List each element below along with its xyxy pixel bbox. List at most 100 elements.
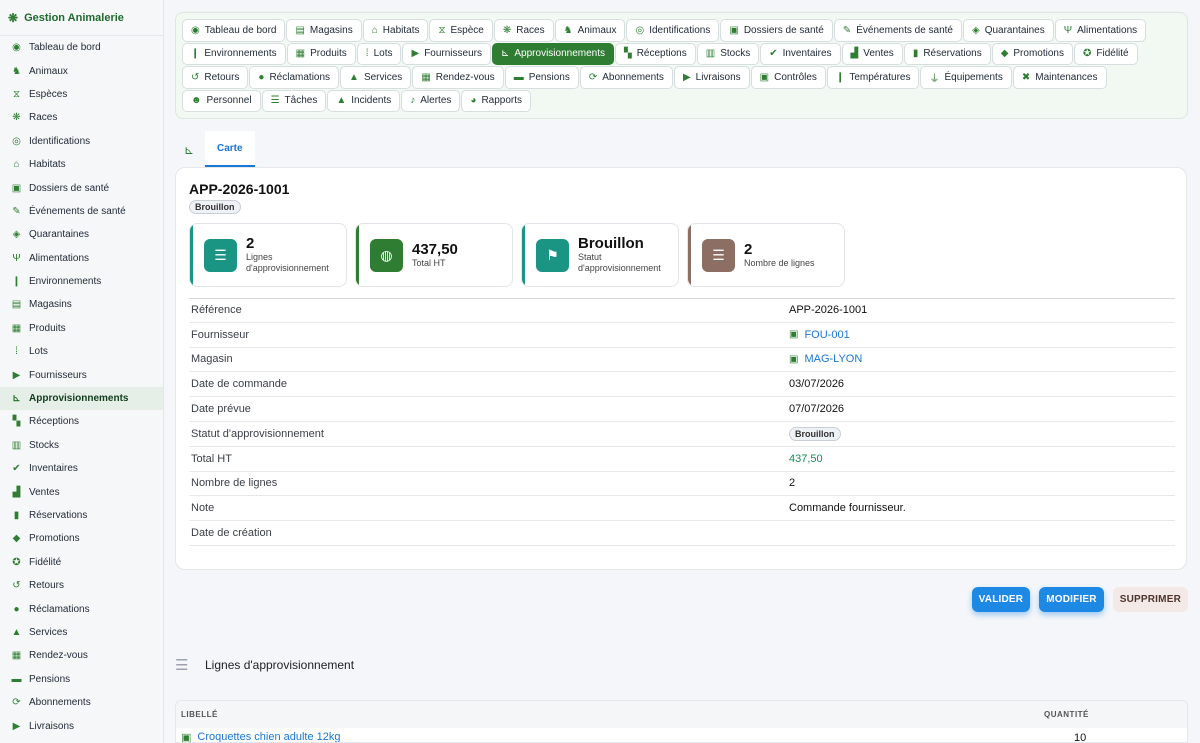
tab-reservations[interactable]: ▮ Réservations [903, 42, 991, 65]
tab-alimentations[interactable]: Ψ Alimentations [1054, 19, 1147, 42]
dolly-icon: ⊾ [183, 143, 195, 157]
column-header-quantity[interactable]: QUANTITÉ [1044, 710, 1089, 719]
sidebar-item-habitats[interactable]: ⌂ Habitats [0, 153, 163, 176]
tab-tableau-de-bord[interactable]: ◉ Tableau de bord [182, 19, 286, 42]
tab-livraisons[interactable]: ▶ Livraisons [673, 66, 750, 89]
truck-icon: ▶ [12, 369, 21, 381]
field-link[interactable]: FOU-001 [804, 329, 849, 341]
tab-maintenances[interactable]: ✖ Maintenances [1012, 66, 1107, 89]
warehouse-icon: ▥ [11, 439, 22, 451]
edit-button[interactable]: MODIFIER [1039, 587, 1104, 612]
sync-icon: ⟳ [588, 71, 598, 83]
sidebar-item-label: Habitats [29, 159, 66, 171]
sidebar-item-produits[interactable]: ▦ Produits [0, 317, 163, 340]
sidebar-item-label: Identifications [29, 135, 91, 147]
line-label-cell[interactable]: ▣ Croquettes chien adulte 12kg [176, 731, 1074, 742]
sidebar-item-abonnements[interactable]: ⟳ Abonnements [0, 691, 163, 714]
sidebar-item-pensions[interactable]: ▬ Pensions [0, 668, 163, 691]
sidebar-item-livraisons[interactable]: ▶ Livraisons [0, 714, 163, 737]
sidebar-item-promotions[interactable]: ◆ Promotions [0, 527, 163, 550]
tab-reclamations[interactable]: ● Réclamations [249, 66, 340, 89]
field-row-note: Note Commande fournisseur. [189, 496, 1175, 522]
delete-button[interactable]: SUPPRIMER [1112, 587, 1188, 612]
sidebar-item-dossiers-de-sante[interactable]: ▣ Dossiers de santé [0, 176, 163, 199]
line-label[interactable]: Croquettes chien adulte 12kg [197, 731, 340, 742]
tab-inventaires[interactable]: ✔ Inventaires [760, 42, 841, 65]
tab-incidents[interactable]: ▲ Incidents [327, 89, 401, 112]
sidebar-item-receptions[interactable]: ▚ Réceptions [0, 410, 163, 433]
sidebar-item-magasins[interactable]: ▤ Magasins [0, 293, 163, 316]
tab-pensions[interactable]: ▬ Pensions [504, 66, 579, 89]
table-row[interactable]: ▣ Croquettes chien adulte 12kg 10 [176, 728, 1187, 742]
tab-equipements[interactable]: ⏚ Équipements [920, 66, 1012, 89]
field-row-reference: Référence APP-2026-1001 [189, 298, 1175, 323]
sidebar-item-ventes[interactable]: ▟ Ventes [0, 480, 163, 503]
sidebar-item-stocks[interactable]: ▥ Stocks [0, 434, 163, 457]
tab-controles[interactable]: ▣ Contrôles [750, 66, 826, 89]
field-link[interactable]: MAG-LYON [804, 353, 862, 365]
sidebar-item-reclamations[interactable]: ● Réclamations [0, 597, 163, 620]
sidebar-item-approvisionnements[interactable]: ⊾ Approvisionnements [0, 386, 163, 411]
tab-environnements[interactable]: ❙ Environnements [182, 42, 286, 65]
sidebar-item-services[interactable]: ▲ Services [0, 621, 163, 644]
sidebar-item-quarantaines[interactable]: ◈ Quarantaines [0, 223, 163, 246]
tab-lots[interactable]: ⁞ Lots [356, 42, 402, 65]
tab-animaux[interactable]: ♞ Animaux [554, 19, 626, 42]
tab-abonnements[interactable]: ⟳ Abonnements [579, 66, 673, 89]
tab-retours[interactable]: ↺ Retours [182, 66, 249, 89]
tab-services[interactable]: ▲ Services [340, 66, 412, 89]
sidebar-item-fidelite[interactable]: ✪ Fidélité [0, 551, 163, 574]
tab-rendez-vous[interactable]: ▦ Rendez-vous [412, 66, 504, 89]
tab-rapports[interactable]: ◕ Rapports [461, 89, 532, 112]
store-icon: ▤ [11, 299, 22, 311]
sidebar-item-especes[interactable]: ⧖ Espèces [0, 83, 163, 106]
tab-label: Stocks [720, 48, 751, 60]
sidebar-item-environnements[interactable]: ❙ Environnements [0, 270, 163, 293]
tab-label: Réservations [923, 48, 982, 60]
tab-quarantaines[interactable]: ◈ Quarantaines [963, 19, 1054, 42]
sidebar-item-alimentations[interactable]: Ψ Alimentations [0, 247, 163, 270]
tab-alertes[interactable]: ♪ Alertes [401, 89, 461, 112]
tab-espece[interactable]: ⧖ Espèce [429, 19, 493, 42]
tab-fournisseurs[interactable]: ▶ Fournisseurs [402, 42, 491, 65]
tab-temperatures[interactable]: ❙ Températures [826, 66, 920, 89]
sidebar-item-fournisseurs[interactable]: ▶ Fournisseurs [0, 363, 163, 386]
sidebar: ❋ Gestion Animalerie ◉ Tableau de bord ♞ An… [0, 0, 164, 743]
tab-approvisionnements[interactable]: ⊾ Approvisionnements [492, 42, 614, 65]
app-brand[interactable]: ❋ Gestion Animalerie [0, 0, 163, 36]
tab-taches[interactable]: ☰ Tâches [261, 89, 327, 112]
sidebar-item-inventaires[interactable]: ✔ Inventaires [0, 457, 163, 480]
sidebar-item-lots[interactable]: ⁞ Lots [0, 340, 163, 363]
tab-produits[interactable]: ▦ Produits [286, 42, 356, 65]
tab-carte[interactable]: Carte [205, 131, 255, 167]
tab-stocks[interactable]: ▥ Stocks [696, 42, 760, 65]
field-value-cell: APP-2026-1001 [789, 304, 867, 316]
tab-promotions[interactable]: ◆ Promotions [991, 42, 1073, 65]
list-icon: ☰ [204, 238, 237, 272]
tab-label: Races [516, 24, 545, 36]
sidebar-item-reservations[interactable]: ▮ Réservations [0, 504, 163, 527]
sidebar-item-evenements-de-sante[interactable]: ✎ Événements de santé [0, 200, 163, 223]
tab-magasins[interactable]: ▤ Magasins [286, 19, 362, 42]
tab-fidelite[interactable]: ✪ Fidélité [1073, 42, 1138, 65]
sidebar-item-animaux[interactable]: ♞ Animaux [0, 59, 163, 82]
tab-personnel[interactable]: ☻ Personnel [182, 89, 261, 112]
column-header-label[interactable]: LIBELLÉ [176, 710, 1044, 719]
tab-races[interactable]: ❋ Races [493, 19, 554, 42]
tab-receptions[interactable]: ▚ Réceptions [615, 42, 696, 65]
sidebar-item-label: Produits [29, 322, 66, 334]
sidebar-item-tableau-de-bord[interactable]: ◉ Tableau de bord [0, 36, 163, 59]
tab-dossiers-de-sante[interactable]: ▣ Dossiers de santé [720, 19, 833, 42]
tab-label: Maintenances [1035, 71, 1098, 83]
tab-label: Quarantaines [984, 24, 1045, 36]
sidebar-item-label: Ventes [29, 486, 60, 498]
tab-habitats[interactable]: ⌂ Habitats [362, 19, 429, 42]
sidebar-item-retours[interactable]: ↺ Retours [0, 574, 163, 597]
sidebar-item-rendez-vous[interactable]: ▦ Rendez-vous [0, 644, 163, 667]
tab-ventes[interactable]: ▟ Ventes [841, 42, 903, 65]
sidebar-item-races[interactable]: ❋ Races [0, 106, 163, 129]
tab-evenements-de-sante[interactable]: ✎ Événements de santé [833, 19, 962, 42]
tab-identifications[interactable]: ◎ Identifications [626, 19, 720, 42]
sidebar-item-identifications[interactable]: ◎ Identifications [0, 130, 163, 153]
validate-button[interactable]: VALIDER [971, 587, 1031, 612]
